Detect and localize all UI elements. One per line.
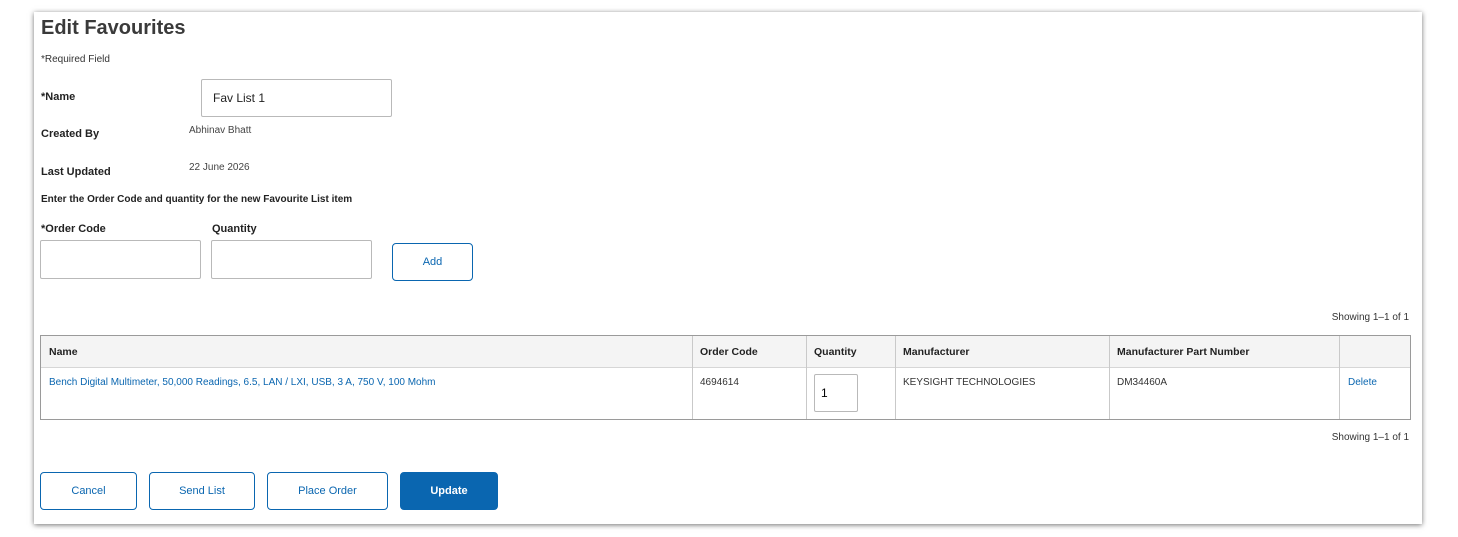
delete-link[interactable]: Delete	[1348, 377, 1377, 388]
header-order-code: Order Code	[700, 346, 758, 358]
showing-count-bottom: Showing 1–1 of 1	[1331, 432, 1409, 443]
quantity-label: Quantity	[212, 223, 257, 235]
last-updated-label: Last Updated	[41, 166, 111, 178]
part-number-value: DM34460A	[1117, 377, 1168, 388]
favourite-name-input[interactable]	[201, 79, 392, 117]
name-label: *Name	[41, 91, 76, 103]
place-order-button[interactable]: Place Order	[267, 472, 388, 510]
header-part-number: Manufacturer Part Number	[1117, 346, 1250, 358]
add-button[interactable]: Add	[392, 243, 473, 281]
quantity-input[interactable]	[211, 240, 372, 279]
manufacturer-value: KEYSIGHT TECHNOLOGIES	[903, 377, 1036, 388]
order-code-value: 4694614	[700, 377, 739, 388]
created-by-value: Abhinav Bhatt	[189, 125, 252, 136]
required-field-note: *Required Field	[41, 54, 110, 65]
update-button[interactable]: Update	[400, 472, 498, 510]
last-updated-value: 22 June 2026	[189, 162, 250, 173]
send-list-button[interactable]: Send List	[149, 472, 255, 510]
order-code-label: *Order Code	[41, 223, 106, 235]
order-instruction: Enter the Order Code and quantity for th…	[41, 194, 353, 205]
cancel-button[interactable]: Cancel	[40, 472, 137, 510]
favourites-table: Name Order Code Quantity Manufacturer Ma…	[40, 335, 1411, 420]
header-name: Name	[49, 346, 78, 358]
product-name-link[interactable]: Bench Digital Multimeter, 50,000 Reading…	[49, 377, 436, 388]
order-code-input[interactable]	[40, 240, 201, 279]
showing-count-top: Showing 1–1 of 1	[1331, 312, 1409, 323]
header-quantity: Quantity	[814, 346, 857, 358]
page-title: Edit Favourites	[41, 17, 186, 39]
row-quantity-input[interactable]	[814, 374, 858, 412]
edit-favourites-panel: Edit Favourites *Required Field *Name Cr…	[34, 12, 1422, 524]
created-by-label: Created By	[41, 128, 100, 140]
header-manufacturer: Manufacturer	[903, 346, 970, 358]
